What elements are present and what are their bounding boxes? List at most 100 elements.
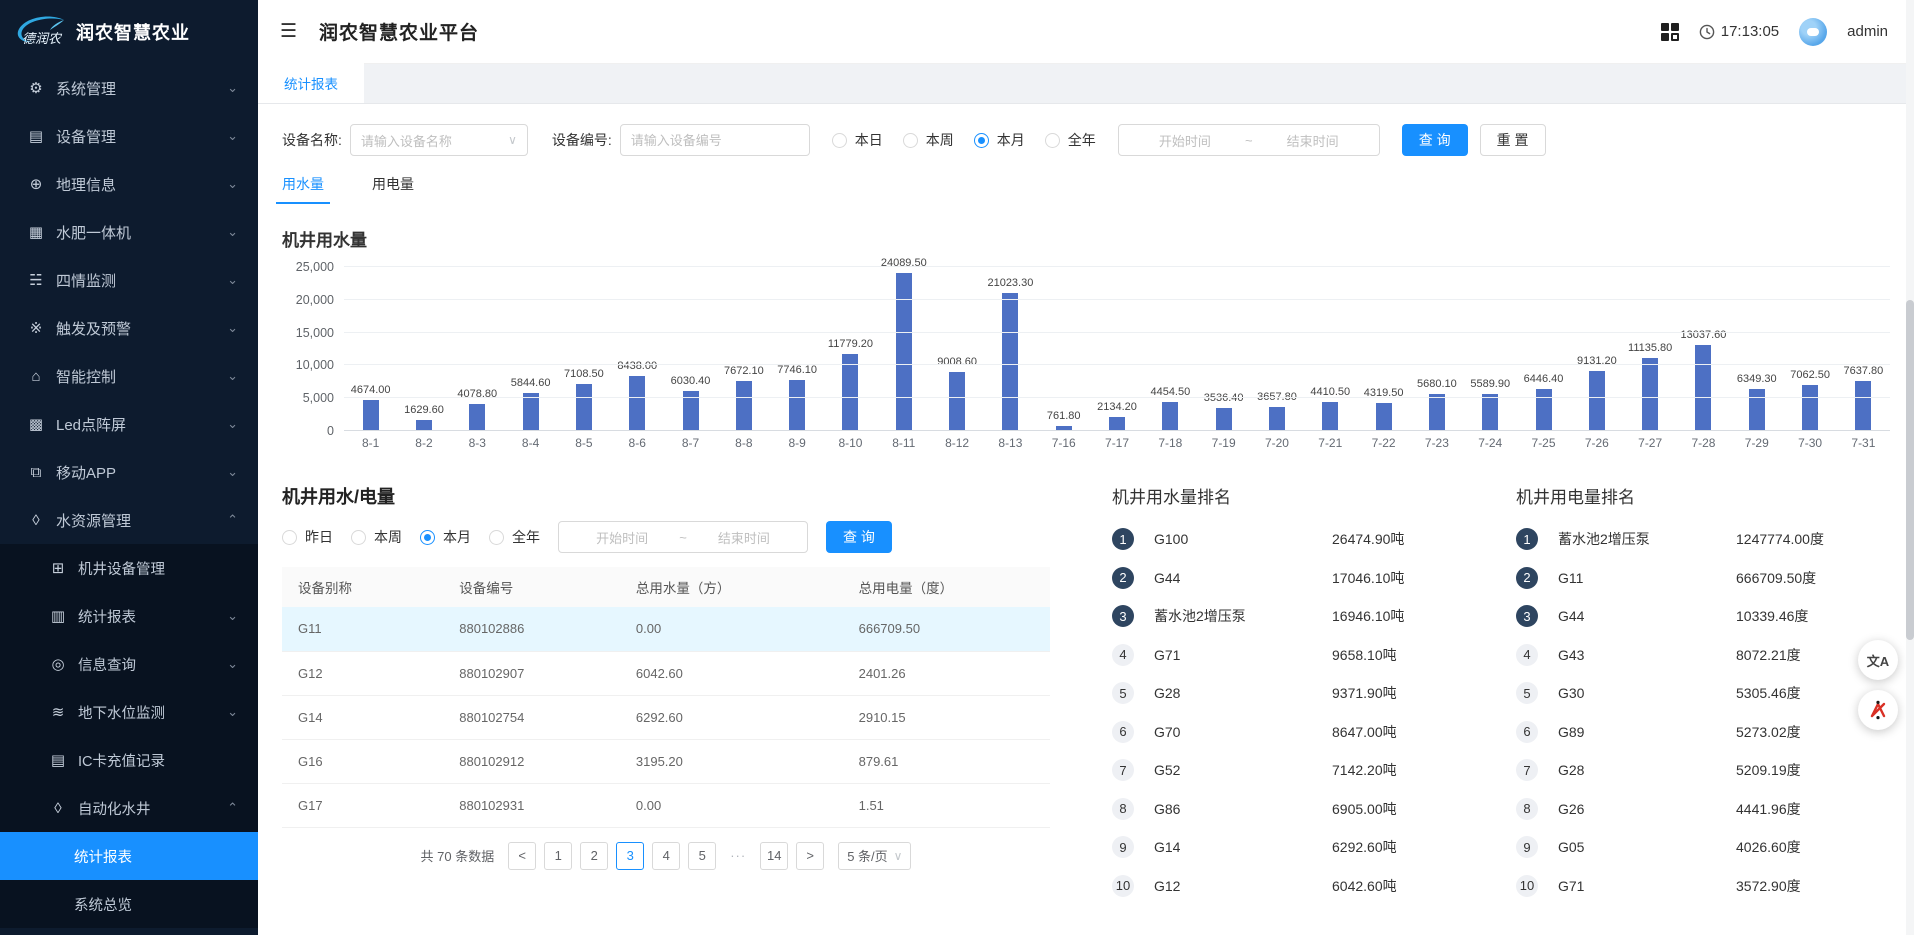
radio-本月[interactable]: 本月 — [974, 130, 1025, 150]
table-row[interactable]: G128801029076042.602401.26 — [282, 651, 1050, 695]
usage-value: 6292.60吨 — [1332, 837, 1397, 857]
bar-value-label: 2134.20 — [1097, 401, 1137, 413]
sidebar-item-ic-card[interactable]: ▤IC卡充值记录 — [0, 736, 258, 784]
pagination-next-button[interactable]: > — [796, 842, 824, 870]
user-avatar[interactable] — [1799, 18, 1827, 46]
translate-float-button[interactable]: 文A — [1858, 640, 1898, 680]
radio-circle-icon — [1045, 133, 1060, 148]
radio-本周[interactable]: 本周 — [903, 130, 954, 150]
sidebar-item-auto-well[interactable]: ◊自动化水井⌃ — [0, 784, 258, 832]
chart-bar-group: 9008.608-12 — [930, 267, 983, 431]
extension-float-button[interactable] — [1858, 690, 1898, 730]
bar[interactable] — [949, 372, 965, 431]
gridline — [344, 430, 1890, 431]
reset-button[interactable]: 重 置 — [1480, 124, 1546, 156]
page-1[interactable]: 1 — [544, 842, 572, 870]
table-row[interactable]: G148801027546292.602910.15 — [282, 695, 1050, 739]
bar[interactable] — [1802, 385, 1818, 431]
radio-本月[interactable]: 本月 — [420, 527, 471, 547]
sidebar-item-led-screen[interactable]: ▩Led点阵屏⌄ — [0, 400, 258, 448]
bar[interactable] — [1216, 408, 1232, 431]
scrollbar-thumb[interactable] — [1906, 300, 1914, 640]
radio-本周[interactable]: 本周 — [351, 527, 402, 547]
sidebar-item-device[interactable]: ▤设备管理⌄ — [0, 112, 258, 160]
sidebar-item-trigger-alert[interactable]: ※触发及预警⌄ — [0, 304, 258, 352]
bar[interactable] — [1429, 394, 1445, 431]
sidebar-item-label: 触发及预警 — [56, 318, 131, 339]
bar[interactable] — [736, 381, 752, 431]
chart-bar-group: 7672.108-8 — [717, 267, 770, 431]
menu-fold-icon[interactable]: ☰ — [280, 20, 297, 43]
bar[interactable] — [1855, 381, 1871, 431]
usage-search-button[interactable]: 查 询 — [826, 521, 892, 553]
search-button[interactable]: 查 询 — [1402, 124, 1468, 156]
sidebar-item-smart-control[interactable]: ⌂智能控制⌄ — [0, 352, 258, 400]
current-time: 17:13:05 — [1721, 23, 1779, 40]
page-4[interactable]: 4 — [652, 842, 680, 870]
pagination-prev-button[interactable]: < — [508, 842, 536, 870]
bar[interactable] — [1269, 407, 1285, 431]
bar[interactable] — [1322, 402, 1338, 431]
sidebar-item-water-resource[interactable]: ◊水资源管理⌃ — [0, 496, 258, 544]
bar[interactable] — [1642, 358, 1658, 431]
page-5[interactable]: 5 — [688, 842, 716, 870]
rank-badge: 10 — [1516, 875, 1538, 897]
sidebar-item-system[interactable]: ⚙系统管理⌄ — [0, 64, 258, 112]
tab-用电量[interactable]: 用电量 — [372, 174, 414, 204]
tab-用水量[interactable]: 用水量 — [282, 174, 324, 204]
apps-grid-icon[interactable] — [1661, 23, 1679, 41]
date-range-picker[interactable]: 开始时间 ~ 结束时间 — [1118, 124, 1380, 156]
search-icon: ◎ — [48, 655, 68, 673]
bar[interactable] — [1749, 389, 1765, 431]
sidebar-item-fertilizer[interactable]: ▦水肥一体机⌄ — [0, 208, 258, 256]
bar[interactable] — [363, 400, 379, 431]
page-14[interactable]: 14 — [760, 842, 788, 870]
radio-本日[interactable]: 本日 — [832, 130, 883, 150]
bar[interactable] — [523, 393, 539, 431]
bar[interactable] — [469, 404, 485, 431]
radio-昨日[interactable]: 昨日 — [282, 527, 333, 547]
bar-value-label: 7108.50 — [564, 368, 604, 380]
sidebar-item-monitoring[interactable]: ☵四情监测⌄ — [0, 256, 258, 304]
device-code-input[interactable] — [620, 124, 810, 156]
page-3[interactable]: 3 — [616, 842, 644, 870]
bar[interactable] — [789, 380, 805, 431]
sidebar-item-mobile-app[interactable]: ⧉移动APP⌄ — [0, 448, 258, 496]
table-row[interactable]: G118801028860.00666709.50 — [282, 607, 1050, 651]
bar[interactable] — [629, 376, 645, 431]
sidebar-item-geo[interactable]: ⊕地理信息⌄ — [0, 160, 258, 208]
bar[interactable] — [842, 354, 858, 431]
table-row[interactable]: G168801029123195.20879.61 — [282, 739, 1050, 783]
table-cell: 1.51 — [843, 783, 1050, 827]
usage-date-range-picker[interactable]: 开始时间 ~ 结束时间 — [558, 521, 808, 553]
radio-全年[interactable]: 全年 — [489, 527, 540, 547]
bar[interactable] — [1002, 293, 1018, 431]
page-2[interactable]: 2 — [580, 842, 608, 870]
sidebar-item-info-query[interactable]: ◎信息查询⌄ — [0, 640, 258, 688]
page-scrollbar[interactable] — [1906, 0, 1914, 935]
table-cell: 880102886 — [443, 607, 620, 651]
bar[interactable] — [1589, 371, 1605, 431]
tab-statistics-report[interactable]: 统计报表 — [258, 63, 364, 103]
bar[interactable] — [1536, 389, 1552, 431]
bar[interactable] — [1376, 403, 1392, 431]
page-size-select[interactable]: 5 条/页 ∨ — [838, 842, 911, 870]
bar[interactable] — [1482, 394, 1498, 431]
sidebar-item-well-device[interactable]: ⊞机井设备管理 — [0, 544, 258, 592]
x-tick-label: 8-13 — [984, 436, 1037, 450]
bar[interactable] — [1162, 402, 1178, 431]
bar[interactable] — [896, 273, 912, 431]
bar[interactable] — [576, 384, 592, 431]
device-name-select[interactable]: 请输入设备名称 ∨ — [350, 124, 528, 156]
sidebar-item-auto-well-report[interactable]: 统计报表 — [0, 832, 258, 880]
bar[interactable] — [1109, 417, 1125, 431]
bar[interactable] — [1695, 345, 1711, 431]
radio-全年[interactable]: 全年 — [1045, 130, 1096, 150]
sidebar-item-auto-well-overview[interactable]: 系统总览 — [0, 880, 258, 928]
sidebar-item-stat-report[interactable]: ▥统计报表⌄ — [0, 592, 258, 640]
rank-badge: 3 — [1112, 605, 1134, 627]
usage-value: 8072.21度 — [1736, 645, 1801, 665]
table-row[interactable]: G178801029310.001.51 — [282, 783, 1050, 827]
sidebar-item-water-level[interactable]: ≋地下水位监测⌄ — [0, 688, 258, 736]
ranking-item: 2G4417046.10吨 — [1112, 559, 1470, 598]
